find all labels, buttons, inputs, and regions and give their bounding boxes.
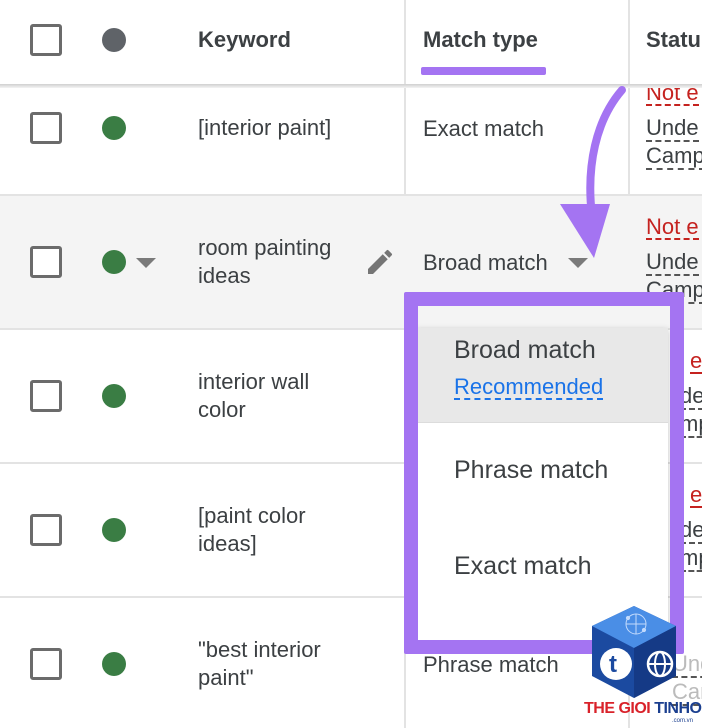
keyword-text-line1: "best interior <box>198 637 321 662</box>
enabled-dot-icon <box>102 384 126 408</box>
table-header: Keyword Match type Statu <box>0 0 702 86</box>
header-divider <box>404 0 406 86</box>
select-all-checkbox[interactable] <box>30 24 62 56</box>
status-detail-line1: Unde <box>646 249 699 276</box>
keyword-text-line2: color <box>198 397 246 422</box>
row-checkbox[interactable] <box>30 246 62 278</box>
match-type-text[interactable]: Exact match <box>423 116 544 142</box>
enabled-dot-icon <box>102 518 126 542</box>
keyword-text: [interior paint] <box>198 115 332 140</box>
header-divider <box>628 0 630 86</box>
match-type-select[interactable]: Broad match <box>423 250 548 276</box>
header-match-type[interactable]: Match type <box>423 27 538 53</box>
header-keyword[interactable]: Keyword <box>198 27 291 53</box>
watermark-text-red: THE GIOI <box>584 700 651 717</box>
enabled-dot-icon <box>102 652 126 676</box>
status-detail-line2: Camp <box>646 144 702 170</box>
watermark-text-blue: TINHOC <box>654 700 702 717</box>
watermark-url: .com.vn <box>672 718 694 724</box>
status-detail-line1: Unde <box>646 115 699 142</box>
enabled-dot-icon <box>102 250 126 274</box>
status-dot-icon <box>102 28 126 52</box>
status-caret-down-icon[interactable] <box>136 258 156 268</box>
curved-arrow-icon <box>560 86 626 258</box>
match-type-text[interactable]: Phrase match <box>423 652 559 678</box>
watermark-brand-text: THE GIOI TINHOC <box>584 700 702 718</box>
header-status[interactable]: Statu <box>646 27 701 53</box>
svg-text:t: t <box>609 651 617 678</box>
keyword-text-line2: paint" <box>198 665 254 690</box>
keyword-text-line1: interior wall <box>198 369 310 394</box>
row-checkbox[interactable] <box>30 380 62 412</box>
keyword-text-line2: ideas] <box>198 531 257 556</box>
enabled-dot-icon <box>102 116 126 140</box>
keyword-text-line1: [paint color <box>198 503 306 528</box>
row-checkbox[interactable] <box>30 514 62 546</box>
annotation-highlight-box <box>404 292 684 654</box>
status-not-eligible[interactable]: Not e <box>646 216 699 240</box>
row-checkbox[interactable] <box>30 112 62 144</box>
status-not-eligible[interactable]: e <box>690 350 702 374</box>
row-checkbox[interactable] <box>30 648 62 680</box>
match-type-highlight-underline <box>421 67 546 75</box>
status-not-eligible[interactable]: e <box>690 484 702 508</box>
keyword-text-line2: ideas <box>198 263 251 288</box>
keyword-text-line1: room painting <box>198 235 332 260</box>
pencil-icon[interactable] <box>364 246 396 278</box>
